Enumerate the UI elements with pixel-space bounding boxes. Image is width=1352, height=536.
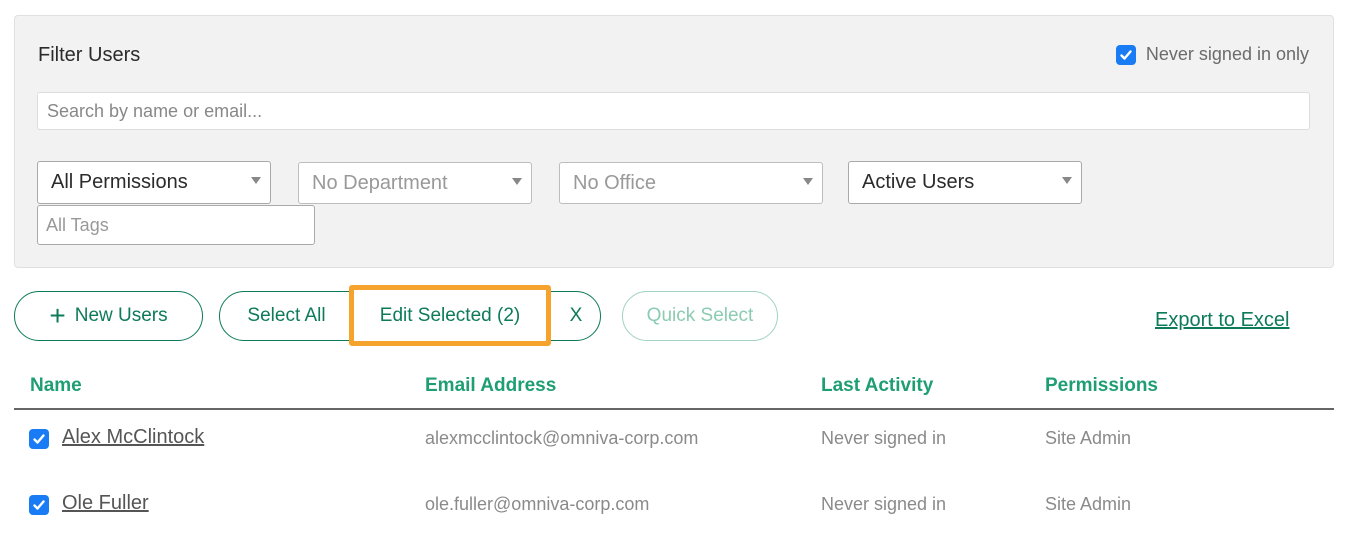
user-email: alexmcclintock@omniva-corp.com <box>425 428 699 448</box>
chevron-down-icon <box>803 178 813 185</box>
checkbox-checked-icon[interactable] <box>1115 44 1136 65</box>
user-permissions: Site Admin <box>1045 494 1132 514</box>
user-permissions: Site Admin <box>1045 428 1132 448</box>
chevron-down-icon <box>251 177 261 184</box>
user-status-select[interactable]: Active Users <box>848 161 1082 204</box>
edit-selected-button[interactable]: Edit Selected (2) <box>349 285 551 346</box>
department-select-value: No Department <box>312 171 448 194</box>
plus-icon: + <box>49 300 66 331</box>
column-header-permissions[interactable]: Permissions <box>1045 375 1158 397</box>
clear-selection-button[interactable]: X <box>551 292 601 340</box>
row-checkbox-checked-icon[interactable] <box>29 429 49 449</box>
column-header-last-activity[interactable]: Last Activity <box>821 375 933 397</box>
column-header-email[interactable]: Email Address <box>425 375 556 397</box>
filter-panel: Filter Users Never signed in only All Pe… <box>14 15 1334 268</box>
quick-select-button[interactable]: Quick Select <box>622 291 778 341</box>
column-header-name[interactable]: Name <box>30 375 82 397</box>
office-select-value: No Office <box>573 171 656 194</box>
office-select[interactable]: No Office <box>559 162 823 204</box>
new-users-label: New Users <box>74 305 168 326</box>
never-signed-in-toggle[interactable]: Never signed in only <box>1115 44 1309 65</box>
user-status-select-value: Active Users <box>862 171 975 193</box>
filter-title: Filter Users <box>38 44 141 66</box>
table-row: Alex McClintock alexmcclintock@omniva-co… <box>0 420 1352 460</box>
never-signed-in-label: Never signed in only <box>1145 44 1309 64</box>
table-row: Ole Fuller ole.fuller@omniva-corp.com Ne… <box>0 486 1352 526</box>
export-to-excel-link[interactable]: Export to Excel <box>1155 309 1290 332</box>
new-users-button[interactable]: + New Users <box>14 291 203 341</box>
department-select[interactable]: No Department <box>298 162 532 204</box>
permissions-select-value: All Permissions <box>51 171 188 193</box>
permissions-select[interactable]: All Permissions <box>37 161 271 204</box>
user-last-activity: Never signed in <box>821 428 947 448</box>
row-checkbox-checked-icon[interactable] <box>29 495 49 515</box>
chevron-down-icon <box>1062 177 1072 184</box>
chevron-down-icon <box>512 178 522 185</box>
user-email: ole.fuller@omniva-corp.com <box>425 494 650 514</box>
user-name-link[interactable]: Alex McClintock <box>62 426 204 449</box>
search-input[interactable] <box>37 92 1310 130</box>
user-last-activity: Never signed in <box>821 494 947 514</box>
user-name-link[interactable]: Ole Fuller <box>62 492 149 515</box>
tags-input[interactable] <box>37 205 315 245</box>
select-all-button[interactable]: Select All <box>220 292 353 340</box>
header-divider <box>14 408 1334 410</box>
